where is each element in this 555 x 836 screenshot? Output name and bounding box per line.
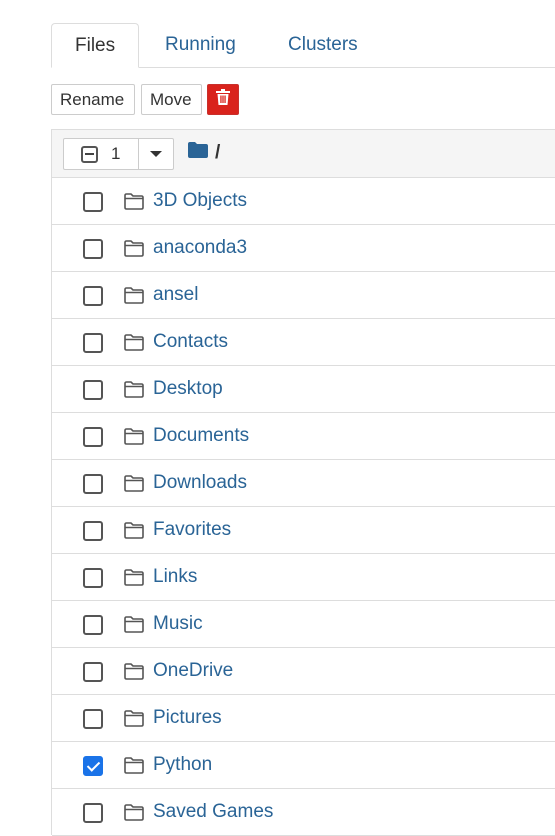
list-item: Desktop xyxy=(52,366,555,413)
partial-select-icon xyxy=(81,145,98,163)
item-checkbox[interactable] xyxy=(83,662,103,682)
item-name-link[interactable]: Desktop xyxy=(153,378,223,400)
folder-icon[interactable] xyxy=(188,142,208,163)
item-checkbox[interactable] xyxy=(83,427,103,447)
item-checkbox[interactable] xyxy=(83,615,103,635)
list-item: ansel xyxy=(52,272,555,319)
list-item: Saved Games xyxy=(52,789,555,836)
folder-icon xyxy=(124,616,144,638)
item-name-link[interactable]: OneDrive xyxy=(153,660,233,682)
list-item: anaconda3 xyxy=(52,225,555,272)
item-checkbox[interactable] xyxy=(83,474,103,494)
tab-files[interactable]: Files xyxy=(51,23,140,68)
item-checkbox[interactable] xyxy=(83,380,103,400)
list-item: Links xyxy=(52,554,555,601)
folder-icon xyxy=(124,381,144,403)
folder-icon xyxy=(124,522,144,544)
item-checkbox[interactable] xyxy=(83,192,103,212)
item-checkbox[interactable] xyxy=(83,568,103,588)
folder-icon xyxy=(124,193,144,215)
delete-button[interactable] xyxy=(207,84,239,115)
item-name-link[interactable]: Music xyxy=(153,613,203,635)
item-name-link[interactable]: anaconda3 xyxy=(153,237,247,259)
move-button[interactable]: Move xyxy=(141,84,202,115)
item-name-link[interactable]: Favorites xyxy=(153,519,231,541)
folder-icon xyxy=(124,240,144,262)
item-name-link[interactable]: Links xyxy=(153,566,197,588)
item-checkbox[interactable] xyxy=(83,521,103,541)
list-item: OneDrive xyxy=(52,648,555,695)
item-name-link[interactable]: Python xyxy=(153,754,212,776)
breadcrumb: / xyxy=(188,142,220,163)
item-name-link[interactable]: Contacts xyxy=(153,331,228,353)
dropdown-toggle[interactable] xyxy=(139,139,173,169)
tab-bar: Files Running Clusters xyxy=(51,23,555,68)
item-name-link[interactable]: Downloads xyxy=(153,472,247,494)
list-item: Python xyxy=(52,742,555,789)
folder-icon xyxy=(124,334,144,356)
selected-count: 1 xyxy=(111,144,121,163)
folder-icon xyxy=(124,804,144,826)
list-item: Pictures xyxy=(52,695,555,742)
folder-icon xyxy=(124,757,144,779)
trash-icon xyxy=(216,85,230,114)
list-item: Music xyxy=(52,601,555,648)
folder-icon xyxy=(124,663,144,685)
item-name-link[interactable]: Pictures xyxy=(153,707,222,729)
tab-clusters[interactable]: Clusters xyxy=(265,23,381,67)
item-checkbox[interactable] xyxy=(83,709,103,729)
item-name-link[interactable]: Documents xyxy=(153,425,249,447)
breadcrumb-root[interactable]: / xyxy=(215,142,220,163)
item-checkbox[interactable] xyxy=(83,756,103,776)
list-item: 3D Objects xyxy=(52,178,555,225)
item-name-link[interactable]: ansel xyxy=(153,284,198,306)
item-checkbox[interactable] xyxy=(83,239,103,259)
item-checkbox[interactable] xyxy=(83,333,103,353)
list-item: Downloads xyxy=(52,460,555,507)
selection-dropdown[interactable]: 1 xyxy=(63,138,174,170)
list-item: Contacts xyxy=(52,319,555,366)
tab-running[interactable]: Running xyxy=(142,23,259,67)
folder-icon xyxy=(124,475,144,497)
list-header: 1 / xyxy=(52,130,555,178)
item-name-link[interactable]: 3D Objects xyxy=(153,190,247,212)
file-list: 1 / 3D Objects anaconda3 ansel Contacts Desk… xyxy=(51,129,555,836)
item-name-link[interactable]: Saved Games xyxy=(153,801,273,823)
item-checkbox[interactable] xyxy=(83,286,103,306)
folder-icon xyxy=(124,287,144,309)
rename-button[interactable]: Rename xyxy=(51,84,135,115)
folder-icon xyxy=(124,710,144,732)
item-checkbox[interactable] xyxy=(83,803,103,823)
folder-icon xyxy=(124,569,144,591)
list-item: Documents xyxy=(52,413,555,460)
select-toggle[interactable]: 1 xyxy=(64,139,139,169)
folder-icon xyxy=(124,428,144,450)
list-item: Favorites xyxy=(52,507,555,554)
chevron-down-icon xyxy=(150,151,162,157)
